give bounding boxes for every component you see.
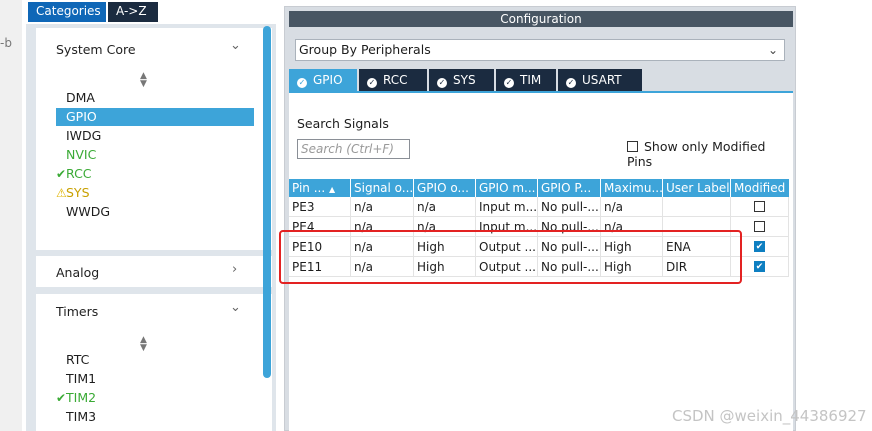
table-cell: PE3 xyxy=(289,197,351,217)
search-input[interactable]: Search (Ctrl+F) xyxy=(297,139,410,159)
chevron-right-icon[interactable]: › xyxy=(232,262,237,277)
column-header-gpio-mode[interactable]: GPIO m... xyxy=(476,179,538,197)
watermark: CSDN @weixin_44386927 xyxy=(672,407,867,425)
chevron-down-icon[interactable]: ⌄ xyxy=(230,38,241,53)
sidebar-item-rtc[interactable]: RTC xyxy=(66,351,89,369)
column-header-pin[interactable]: Pin ... ▲ xyxy=(289,179,351,197)
column-header-maximum[interactable]: Maximu... xyxy=(601,179,663,197)
tab-rcc[interactable]: ✓ RCC xyxy=(359,69,427,91)
gear-icon: ✓ xyxy=(437,78,447,88)
highlight-box xyxy=(279,230,742,284)
edge-text: -b xyxy=(0,36,12,50)
checkmark-icon: ✔ xyxy=(56,167,67,181)
search-signals-label: Search Signals xyxy=(297,116,389,131)
analog-section[interactable]: Analog › xyxy=(36,256,272,287)
table-cell: n/a xyxy=(414,197,476,217)
sidebar-item-dma[interactable]: DMA xyxy=(66,89,95,107)
tab-sys-label: SYS xyxy=(453,73,476,87)
tab-gpio[interactable]: ✓ GPIO xyxy=(289,69,357,91)
configuration-title: Configuration xyxy=(289,11,793,27)
left-scrollbar[interactable] xyxy=(263,26,271,378)
tab-sys[interactable]: ✓ SYS xyxy=(429,69,494,91)
system-core-title[interactable]: System Core xyxy=(56,42,136,57)
tab-tim[interactable]: ✓ TIM xyxy=(496,69,556,91)
sidebar-item-rcc[interactable]: RCC xyxy=(66,165,92,183)
gear-icon: ✓ xyxy=(367,78,377,88)
right-margin xyxy=(806,0,872,431)
show-modified-label: Show only Modified Pins xyxy=(627,139,766,169)
tab-usart-label: USART xyxy=(582,73,622,87)
analog-title[interactable]: Analog xyxy=(56,265,99,280)
checkbox-icon[interactable] xyxy=(754,201,765,212)
sidebar-item-gpio[interactable]: GPIO xyxy=(56,108,254,126)
tab-gpio-label: GPIO xyxy=(313,73,343,87)
timers-title[interactable]: Timers xyxy=(56,304,98,319)
timers-section: Timers ⌄ ▲ ▼ RTC TIM1 ✔ TIM2 TIM3 xyxy=(36,294,272,431)
sort-icon[interactable]: ▲ ▼ xyxy=(140,336,147,353)
sidebar-item-tim3[interactable]: TIM3 xyxy=(66,408,96,426)
table-cell: n/a xyxy=(601,197,663,217)
gear-icon: ✓ xyxy=(297,78,307,88)
group-by-dropdown[interactable]: Group By Peripherals ⌄ xyxy=(295,39,785,61)
checkmark-icon: ✔ xyxy=(56,391,67,405)
chevron-down-icon: ⌄ xyxy=(767,43,778,57)
column-header-signal[interactable]: Signal o... xyxy=(351,179,414,197)
table-cell-modified xyxy=(731,197,789,217)
categories-panel: System Core ⌄ ▲ ▼ DMA GPIO IWDG NVIC ✔ RC… xyxy=(26,24,276,431)
column-header-gpio-pull[interactable]: GPIO P... xyxy=(538,179,601,197)
col-label: Pin ... xyxy=(292,181,326,195)
gear-icon: ✓ xyxy=(504,78,514,88)
sort-up-icon: ▲ xyxy=(329,185,336,194)
table-cell: Input m... xyxy=(476,197,538,217)
column-header-gpio-output[interactable]: GPIO o... xyxy=(414,179,476,197)
sidebar-item-wwdg[interactable]: WWDG xyxy=(66,203,110,221)
table-cell xyxy=(663,197,731,217)
gear-icon: ✓ xyxy=(566,78,576,88)
system-core-section: System Core ⌄ ▲ ▼ DMA GPIO IWDG NVIC ✔ RC… xyxy=(36,28,272,250)
configuration-panel: Configuration Group By Peripherals ⌄ ✓ GP… xyxy=(284,6,796,431)
tab-a-z[interactable]: A->Z xyxy=(108,2,158,22)
tab-categories[interactable]: Categories xyxy=(28,2,106,22)
sidebar-item-nvic[interactable]: NVIC xyxy=(66,146,96,164)
checkbox-checked-icon[interactable]: ✔ xyxy=(754,241,765,252)
sidebar-item-tim1[interactable]: TIM1 xyxy=(66,370,96,388)
column-header-modified[interactable]: Modified xyxy=(731,179,789,197)
left-edge-strip xyxy=(0,0,22,431)
column-header-user-label[interactable]: User Label xyxy=(663,179,731,197)
table-cell: n/a xyxy=(351,197,414,217)
checkbox-icon[interactable] xyxy=(754,221,765,232)
table-cell: No pull-... xyxy=(538,197,601,217)
sort-icon[interactable]: ▲ ▼ xyxy=(140,72,147,89)
dropdown-value: Group By Peripherals xyxy=(299,42,431,57)
checkbox-icon[interactable] xyxy=(627,141,638,152)
tab-usart[interactable]: ✓ USART xyxy=(558,69,642,91)
tab-rcc-label: RCC xyxy=(383,73,408,87)
tab-tim-label: TIM xyxy=(520,73,542,87)
checkbox-checked-icon[interactable]: ✔ xyxy=(754,261,765,272)
sidebar-item-sys[interactable]: SYS xyxy=(66,184,90,202)
sidebar-item-iwdg[interactable]: IWDG xyxy=(66,127,101,145)
show-modified-checkbox[interactable]: Show only Modified Pins xyxy=(627,139,793,169)
chevron-down-icon[interactable]: ⌄ xyxy=(230,300,241,315)
sidebar-item-tim2[interactable]: TIM2 xyxy=(66,389,96,407)
